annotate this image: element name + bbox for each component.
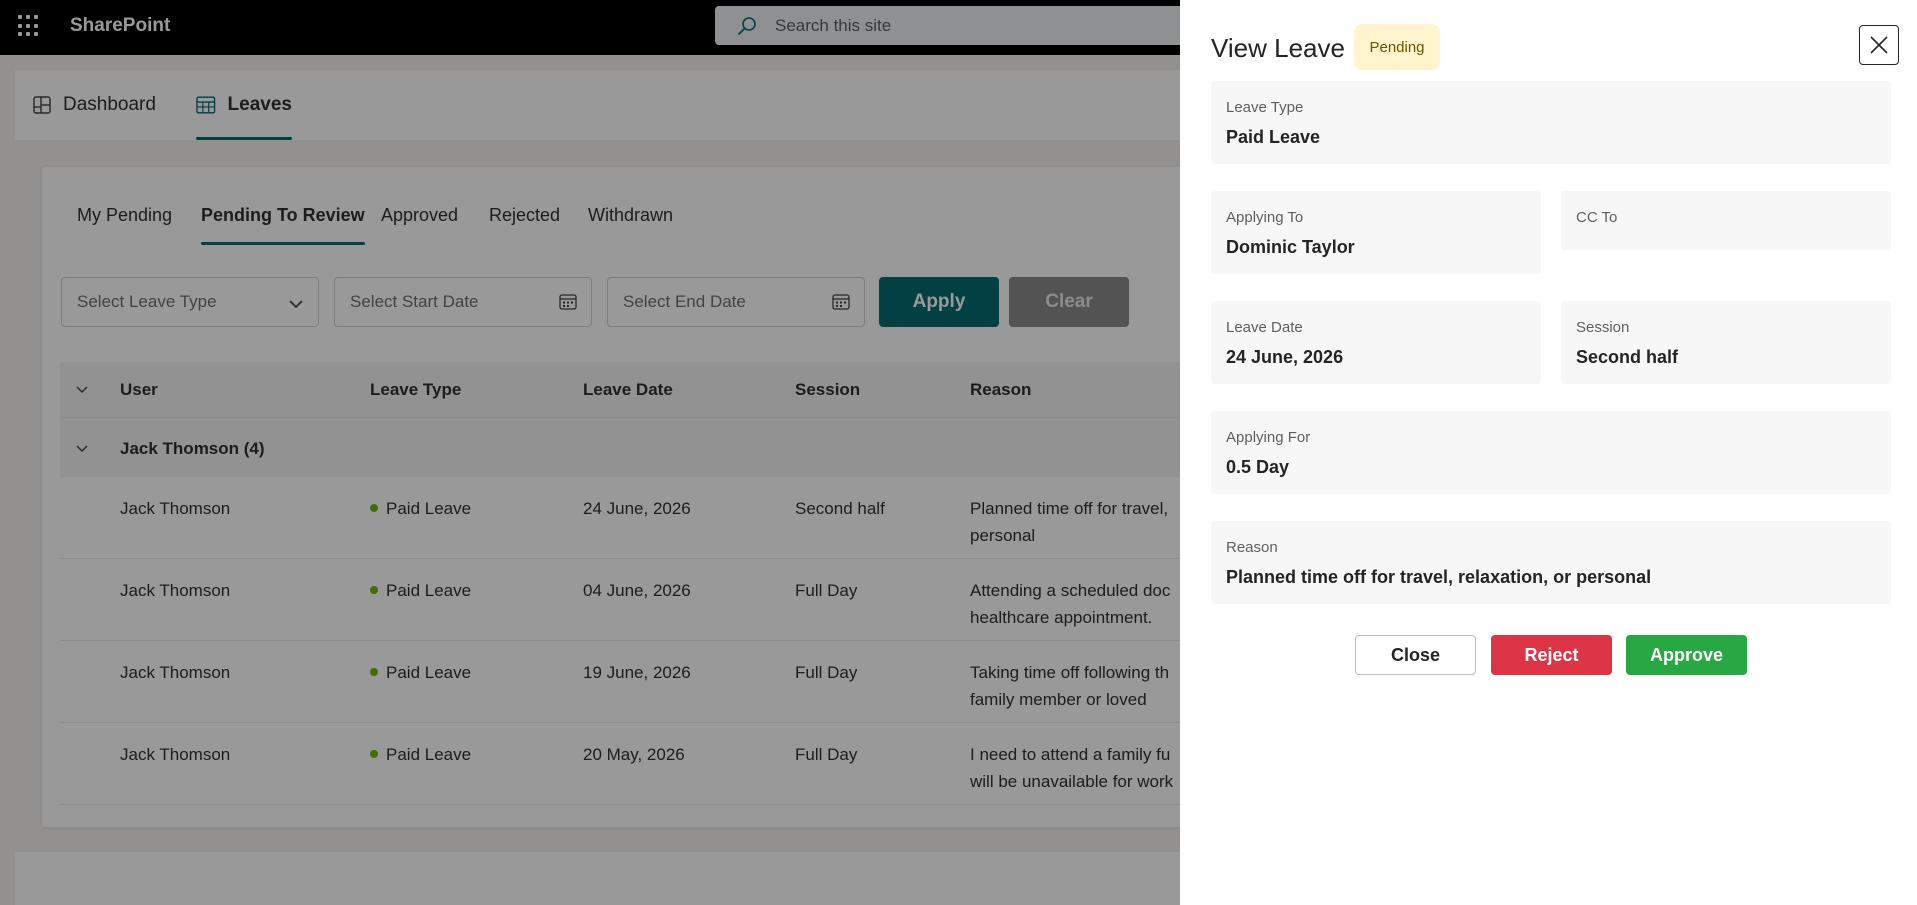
approve-button[interactable]: Approve	[1626, 635, 1747, 675]
field-value: 0.5 Day	[1226, 457, 1290, 477]
close-panel-button[interactable]	[1859, 25, 1899, 65]
field-value: Planned time off for travel, relaxation,…	[1226, 567, 1652, 587]
field-label: Leave Type	[1226, 99, 1304, 116]
field-label: Applying To	[1226, 209, 1304, 226]
view-leave-panel: View Leave Pending Leave Type Paid Leave…	[1180, 0, 1917, 905]
field-label: Leave Date	[1226, 319, 1303, 336]
leave-date-field: Leave Date 24 June, 2026	[1211, 301, 1541, 384]
field-value: Paid Leave	[1226, 127, 1321, 147]
field-label: Session	[1576, 319, 1630, 336]
reject-button[interactable]: Reject	[1491, 635, 1612, 675]
field-label: Applying For	[1226, 429, 1311, 446]
field-label: CC To	[1576, 209, 1618, 226]
close-icon	[1870, 36, 1888, 54]
field-value: Dominic Taylor	[1226, 237, 1355, 257]
leave-type-field: Leave Type Paid Leave	[1211, 81, 1891, 164]
cc-to-field: CC To	[1561, 191, 1891, 250]
field-label: Reason	[1226, 539, 1278, 556]
status-badge: Pending	[1354, 24, 1440, 70]
reason-field: Reason Planned time off for travel, rela…	[1211, 521, 1891, 604]
panel-title: View Leave	[1211, 33, 1345, 63]
applying-for-field: Applying For 0.5 Day	[1211, 411, 1891, 494]
close-button[interactable]: Close	[1355, 635, 1476, 675]
applying-to-field: Applying To Dominic Taylor	[1211, 191, 1541, 274]
session-field: Session Second half	[1561, 301, 1891, 384]
field-value: 24 June, 2026	[1226, 347, 1344, 367]
field-value: Second half	[1576, 347, 1679, 367]
